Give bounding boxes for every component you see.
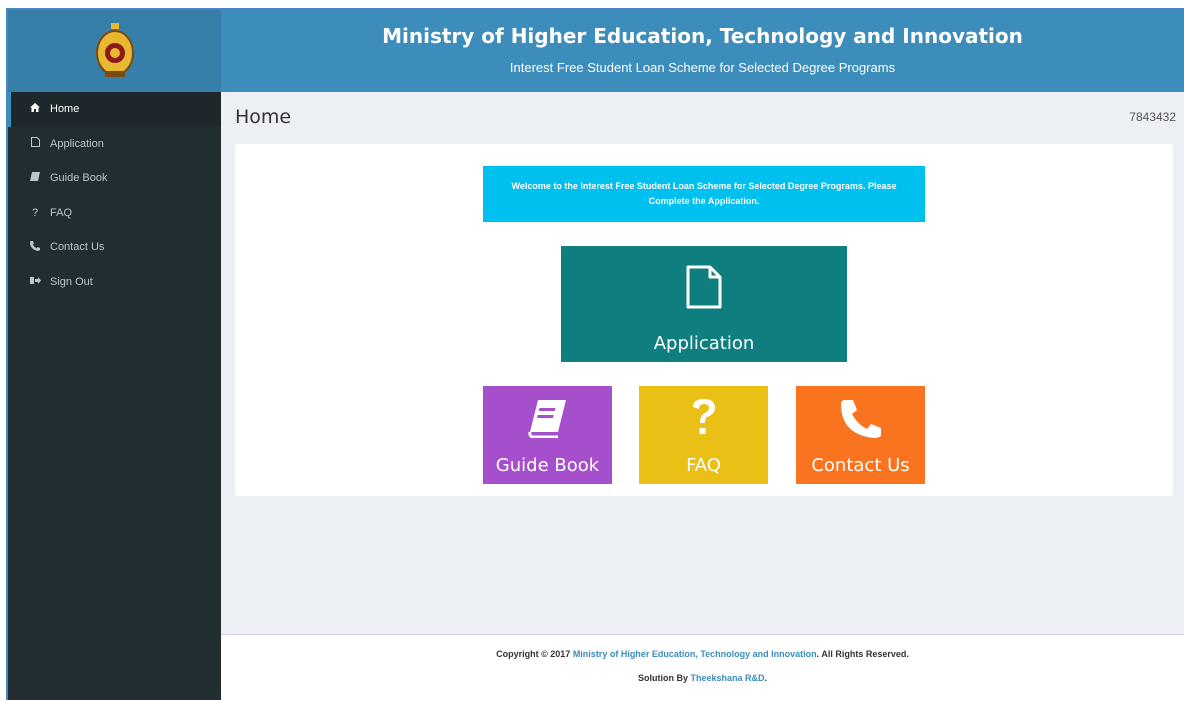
solution-suffix: . xyxy=(764,673,768,683)
footer: Copyright © 2017 Ministry of Higher Educ… xyxy=(221,634,1184,701)
sidebar: Home Application Guide Book ? FAQ Contac… xyxy=(8,92,221,700)
faq-tile-label: FAQ xyxy=(686,455,721,476)
rights-text: . All Rights Reserved. xyxy=(816,649,909,659)
welcome-alert: Welcome to the Interest Free Student Loa… xyxy=(483,166,925,222)
sidebar-item-label: Sign Out xyxy=(50,275,93,288)
phone-icon xyxy=(839,398,883,443)
main-content: Home 7843432 Welcome to the Interest Fre… xyxy=(221,92,1184,634)
contact-us-tile-label: Contact Us xyxy=(811,455,910,476)
logo-area[interactable] xyxy=(8,10,221,92)
faq-tile[interactable]: FAQ xyxy=(639,386,768,484)
application-tile[interactable]: Application xyxy=(561,246,847,362)
sidebar-item-application[interactable]: Application xyxy=(8,127,221,162)
home-icon xyxy=(26,103,44,115)
solution-text: Solution By xyxy=(637,673,688,683)
header-title: Ministry of Higher Education, Technology… xyxy=(382,24,1023,48)
question-icon xyxy=(690,397,718,444)
page-title: Home xyxy=(235,106,292,128)
copyright-line: Copyright © 2017 Ministry of Higher Educ… xyxy=(221,649,1184,659)
contact-us-tile[interactable]: Contact Us xyxy=(796,386,925,484)
book-icon xyxy=(26,172,44,184)
theekshana-link[interactable]: Theekshana R&D xyxy=(690,673,764,683)
dashboard-box: Welcome to the Interest Free Student Loa… xyxy=(235,144,1173,496)
solution-line: Solution By Theekshana R&D. xyxy=(221,673,1184,683)
sidebar-item-guide-book[interactable]: Guide Book xyxy=(8,161,221,196)
sidebar-item-label: Home xyxy=(50,103,80,116)
file-icon xyxy=(26,137,44,150)
ministry-link[interactable]: Ministry of Higher Education, Technology… xyxy=(573,649,817,659)
question-icon: ? xyxy=(31,206,39,219)
sidebar-item-faq[interactable]: ? FAQ xyxy=(8,196,221,231)
guide-book-tile[interactable]: Guide Book xyxy=(483,386,612,484)
sidebar-item-label: Application xyxy=(50,137,104,150)
header-bar: Ministry of Higher Education, Technology… xyxy=(8,10,1184,92)
sidebar-item-sign-out[interactable]: Sign Out xyxy=(8,265,221,300)
sidebar-item-label: Guide Book xyxy=(50,172,108,185)
sidebar-item-home[interactable]: Home xyxy=(8,92,221,127)
sidebar-item-label: Contact Us xyxy=(50,241,105,254)
guide-book-tile-label: Guide Book xyxy=(495,455,600,476)
header-subtitle: Interest Free Student Loan Scheme for Se… xyxy=(509,60,896,75)
application-tile-label: Application xyxy=(653,333,755,354)
file-icon xyxy=(686,265,722,314)
book-icon xyxy=(527,398,568,443)
copyright-text: Copyright © 2017 xyxy=(496,649,571,659)
user-id: 7843432 xyxy=(1129,110,1176,124)
phone-icon xyxy=(26,240,44,254)
sidebar-item-label: FAQ xyxy=(50,206,73,219)
sign-out-icon xyxy=(26,276,44,288)
sri-lanka-emblem-icon xyxy=(93,21,137,81)
sidebar-item-contact-us[interactable]: Contact Us xyxy=(8,230,221,265)
